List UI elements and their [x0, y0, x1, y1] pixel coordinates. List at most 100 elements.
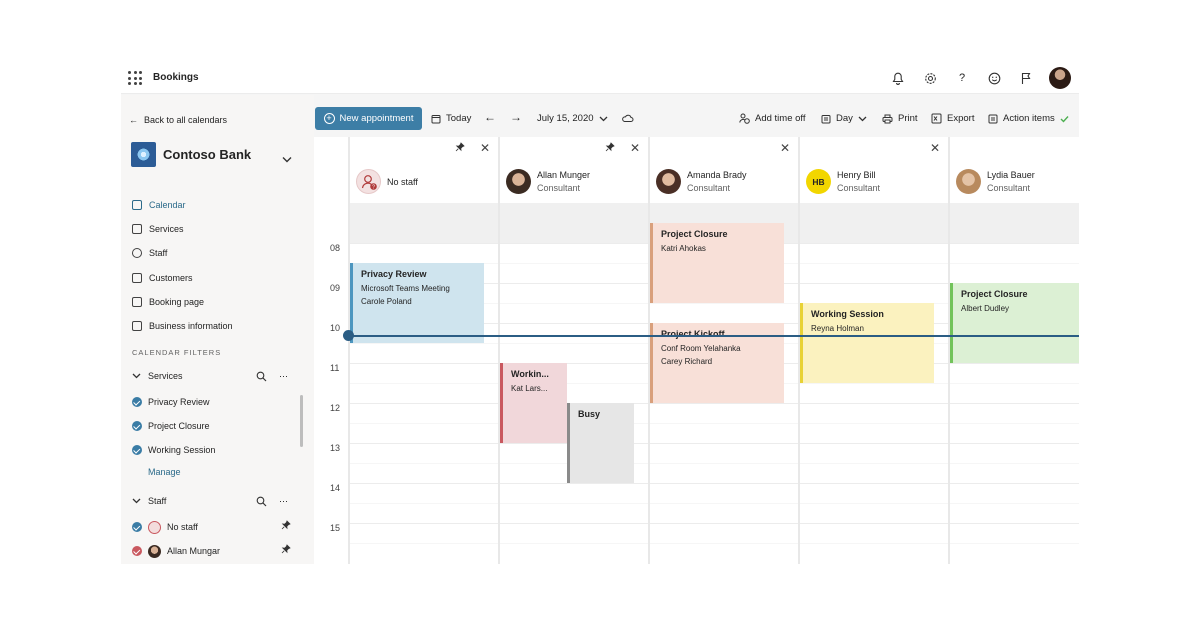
- print-button[interactable]: Print: [882, 113, 918, 124]
- hour-gridline: [650, 483, 798, 484]
- top-bar: Bookings ?: [121, 64, 1079, 94]
- date-picker[interactable]: July 15, 2020: [537, 113, 608, 124]
- previous-day-button[interactable]: ←: [484, 110, 496, 124]
- event-working-session-henry[interactable]: Working Session Reyna Holman: [800, 303, 934, 383]
- more-options-icon[interactable]: ⋯: [279, 496, 288, 509]
- back-to-calendars-link[interactable]: ← Back to all calendars: [129, 115, 227, 125]
- pin-icon[interactable]: [281, 544, 291, 556]
- event-project-closure-lydia[interactable]: Project Closure Albert Dudley: [950, 283, 1079, 363]
- manage-services-link[interactable]: Manage: [148, 467, 181, 477]
- half-hour-gridline: [800, 463, 948, 464]
- sidebar-item-label: Booking page: [149, 296, 205, 307]
- staff-role: Consultant: [537, 183, 581, 193]
- filter-label: Privacy Review: [148, 397, 210, 407]
- half-hour-gridline: [650, 463, 798, 464]
- filter-item-allan-mungar[interactable]: Allan Mungar: [132, 544, 220, 558]
- view-label: Day: [836, 113, 853, 124]
- staff-name: Allan Munger: [537, 170, 591, 180]
- print-icon: [882, 114, 893, 123]
- sidebar-item-booking-page[interactable]: Booking page: [132, 290, 233, 314]
- sidebar-item-business-information[interactable]: Business information: [132, 314, 233, 338]
- services-filter-group[interactable]: Services: [132, 371, 183, 381]
- plus-icon: +: [323, 113, 335, 124]
- sidebar-item-services[interactable]: Services: [132, 217, 233, 241]
- sidebar-scrollbar[interactable]: [300, 395, 303, 447]
- half-hour-gridline: [650, 423, 798, 424]
- chevron-down-icon[interactable]: [282, 150, 292, 168]
- action-items-button[interactable]: Action items: [988, 113, 1069, 124]
- arrow-right-icon: →: [510, 110, 522, 124]
- filter-label: No staff: [167, 522, 198, 532]
- half-hour-gridline: [650, 303, 798, 304]
- checkmark-icon: [132, 445, 142, 455]
- half-hour-gridline: [350, 503, 498, 504]
- pin-icon[interactable]: [605, 142, 615, 155]
- filter-item-project-closure[interactable]: Project Closure: [132, 419, 210, 433]
- avatar: [656, 169, 681, 194]
- event-privacy-review[interactable]: Privacy Review Microsoft Teams Meeting C…: [350, 263, 484, 343]
- half-hour-gridline: [500, 303, 648, 304]
- user-avatar[interactable]: [1049, 67, 1071, 89]
- sidebar-item-calendar[interactable]: Calendar: [132, 193, 233, 217]
- close-icon[interactable]: ✕: [630, 141, 640, 155]
- help-icon[interactable]: ?: [953, 69, 971, 87]
- time-gutter: 08 09 10 11 12 13 14 15: [314, 137, 348, 564]
- add-time-off-label: Add time off: [755, 113, 806, 124]
- sidebar-item-staff[interactable]: Staff: [132, 241, 233, 265]
- avatar: [148, 544, 161, 558]
- hour-gridline: [800, 283, 948, 284]
- event-project-closure-amanda[interactable]: Project Closure Katri Ahokas: [650, 223, 784, 303]
- more-options-icon[interactable]: ⋯: [279, 371, 288, 384]
- smiley-icon[interactable]: [985, 69, 1003, 87]
- filter-item-privacy-review[interactable]: Privacy Review: [132, 395, 210, 409]
- add-time-off-button[interactable]: Add time off: [739, 113, 806, 124]
- staff-filter-group[interactable]: Staff: [132, 496, 166, 506]
- arrow-left-icon: ←: [129, 115, 138, 125]
- hour-gridline: [500, 323, 648, 324]
- close-icon[interactable]: ✕: [780, 141, 790, 155]
- today-label: Today: [446, 113, 472, 124]
- filter-item-working-session[interactable]: Working Session: [132, 443, 215, 457]
- today-button[interactable]: Today: [431, 113, 471, 124]
- next-day-button[interactable]: →: [510, 110, 522, 124]
- time-label: 10: [330, 323, 341, 333]
- staff-role: Consultant: [987, 183, 1031, 193]
- half-hour-gridline: [950, 383, 1079, 384]
- weather-icon[interactable]: [621, 113, 634, 123]
- event-working-session-allan[interactable]: Workin... Kat Lars...: [500, 363, 567, 443]
- half-hour-gridline: [950, 423, 1079, 424]
- bag-icon: [132, 224, 142, 235]
- close-icon[interactable]: ✕: [480, 141, 490, 155]
- half-hour-gridline: [350, 543, 498, 544]
- pin-icon[interactable]: [455, 142, 465, 155]
- sidebar-item-customers[interactable]: Customers: [132, 266, 233, 290]
- pin-icon[interactable]: [281, 520, 291, 532]
- close-icon[interactable]: ✕: [930, 141, 940, 155]
- view-selector[interactable]: Day: [821, 113, 867, 124]
- export-button[interactable]: Export: [931, 113, 974, 124]
- app-launcher-icon[interactable]: [128, 71, 142, 85]
- half-hour-gridline: [950, 263, 1079, 264]
- chevron-down-icon: [858, 116, 867, 121]
- hour-gridline: [500, 483, 648, 484]
- checkmark-icon: [132, 421, 142, 431]
- bell-icon[interactable]: [889, 69, 907, 87]
- search-icon[interactable]: [256, 371, 267, 384]
- hour-gridline: [800, 403, 948, 404]
- new-appointment-button[interactable]: + New appointment: [315, 107, 422, 130]
- half-hour-gridline: [800, 543, 948, 544]
- half-hour-gridline: [350, 463, 498, 464]
- staff-name: Lydia Bauer: [987, 170, 1035, 180]
- flag-icon[interactable]: [1017, 69, 1035, 87]
- business-selector[interactable]: Contoso Bank: [131, 142, 251, 167]
- half-hour-gridline: [800, 423, 948, 424]
- filter-item-no-staff[interactable]: No staff: [132, 520, 198, 534]
- hour-gridline: [950, 403, 1079, 404]
- search-icon[interactable]: [256, 496, 267, 509]
- gear-icon[interactable]: [921, 69, 939, 87]
- current-time-line: [348, 335, 1079, 337]
- person-clock-icon: [739, 113, 750, 124]
- all-day-row: [350, 203, 498, 243]
- event-busy[interactable]: Busy: [567, 403, 634, 483]
- services-group-tools: ⋯: [256, 371, 288, 384]
